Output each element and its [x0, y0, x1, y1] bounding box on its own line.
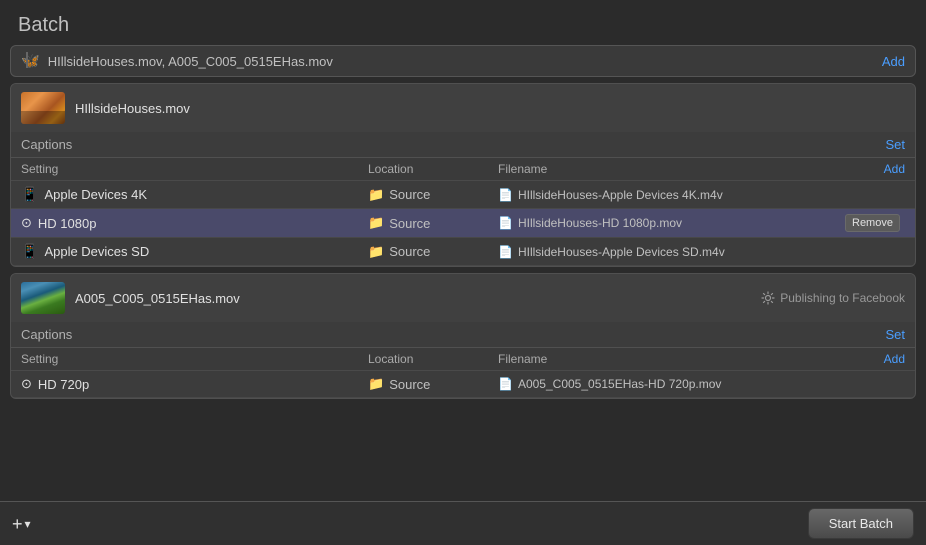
- table-row[interactable]: ⊙ HD 1080p 📁 Source 📄 HIllsideHouses-HD …: [11, 209, 915, 238]
- file-icon-720p: 📄: [498, 377, 513, 391]
- file-icon-1080p: 📄: [498, 216, 513, 230]
- batch-item-hillside: HIllsideHouses.mov Captions Set Setting …: [10, 83, 916, 267]
- file-icon-4k: 📄: [498, 188, 513, 202]
- page-title: Batch: [0, 0, 926, 45]
- set-button-hillside[interactable]: Set: [885, 137, 905, 152]
- item-header-hillside: HIllsideHouses.mov: [11, 84, 915, 132]
- combined-filenames: HIllsideHouses.mov, A005_C005_0515EHas.m…: [48, 54, 882, 69]
- device-icon-1080p: ⊙: [21, 215, 32, 231]
- location-text-sd: Source: [389, 244, 430, 259]
- table-row[interactable]: 📱 Apple Devices 4K 📁 Source 📄 HIllsideHo…: [11, 181, 915, 209]
- captions-row-coastal: Captions Set: [11, 322, 915, 348]
- col-filename-hillside: Filename: [498, 162, 845, 176]
- setting-name-sd: 📱 Apple Devices SD: [21, 243, 368, 260]
- settings-label-coastal: Publishing to Facebook: [780, 291, 905, 305]
- add-controls: + ▾: [12, 515, 31, 533]
- folder-icon-720p: 📁: [368, 376, 384, 392]
- col-setting-hillside: Setting: [21, 162, 368, 176]
- device-icon-4k: 📱: [21, 186, 38, 203]
- filename-coastal: A005_C005_0515EHas.mov: [75, 291, 751, 306]
- table-header-hillside: Setting Location Filename Add: [11, 158, 915, 181]
- setting-label-1080p: HD 1080p: [38, 216, 97, 231]
- setting-name-720p: ⊙ HD 720p: [21, 376, 368, 392]
- file-icon-sd: 📄: [498, 245, 513, 259]
- chevron-button[interactable]: ▾: [25, 517, 31, 531]
- table-row[interactable]: 📱 Apple Devices SD 📁 Source 📄 HIllsideHo…: [11, 238, 915, 266]
- setting-label-sd: Apple Devices SD: [44, 244, 149, 259]
- setting-name-1080p: ⊙ HD 1080p: [21, 215, 368, 231]
- location-4k: 📁 Source: [368, 187, 498, 203]
- folder-icon-4k: 📁: [368, 187, 384, 203]
- remove-button-1080p[interactable]: Remove: [845, 214, 900, 232]
- folder-icon-1080p: 📁: [368, 215, 384, 231]
- location-720p: 📁 Source: [368, 376, 498, 392]
- location-1080p: 📁 Source: [368, 215, 498, 231]
- filename-1080p: 📄 HIllsideHouses-HD 1080p.mov: [498, 216, 845, 230]
- set-button-coastal[interactable]: Set: [885, 327, 905, 342]
- folder-icon-sd: 📁: [368, 244, 384, 260]
- start-batch-button[interactable]: Start Batch: [808, 508, 914, 539]
- col-setting-coastal: Setting: [21, 352, 368, 366]
- col-add-coastal[interactable]: Add: [845, 352, 905, 366]
- divider-line: [26, 52, 28, 68]
- captions-label-hillside: Captions: [21, 137, 72, 152]
- col-location-hillside: Location: [368, 162, 498, 176]
- combined-add-button[interactable]: Add: [882, 54, 905, 69]
- table-row[interactable]: ⊙ HD 720p 📁 Source 📄 A005_C005_0515EHas-…: [11, 371, 915, 398]
- location-text-4k: Source: [389, 187, 430, 202]
- gear-icon: [761, 291, 775, 305]
- setting-label-720p: HD 720p: [38, 377, 89, 392]
- combined-input-icon: 🦋: [21, 52, 40, 70]
- output-filename-1080p: HIllsideHouses-HD 1080p.mov: [518, 216, 682, 230]
- captions-label-coastal: Captions: [21, 327, 72, 342]
- item-header-coastal: A005_C005_0515EHas.mov Publishing to Fac…: [11, 274, 915, 322]
- filename-4k: 📄 HIllsideHouses-Apple Devices 4K.m4v: [498, 188, 845, 202]
- thumbnail-hillside: [21, 92, 65, 124]
- item-settings-coastal: Publishing to Facebook: [761, 291, 905, 305]
- setting-name-4k: 📱 Apple Devices 4K: [21, 186, 368, 203]
- col-filename-coastal: Filename: [498, 352, 845, 366]
- action-1080p: Remove: [845, 214, 905, 232]
- filename-sd: 📄 HIllsideHouses-Apple Devices SD.m4v: [498, 245, 845, 259]
- filename-720p: 📄 A005_C005_0515EHas-HD 720p.mov: [498, 377, 845, 391]
- setting-label-4k: Apple Devices 4K: [44, 187, 147, 202]
- filename-hillside: HIllsideHouses.mov: [75, 101, 905, 116]
- location-sd: 📁 Source: [368, 244, 498, 260]
- table-header-coastal: Setting Location Filename Add: [11, 348, 915, 371]
- location-text-1080p: Source: [389, 216, 430, 231]
- col-add-hillside[interactable]: Add: [845, 162, 905, 176]
- captions-row-hillside: Captions Set: [11, 132, 915, 158]
- output-filename-4k: HIllsideHouses-Apple Devices 4K.m4v: [518, 188, 723, 202]
- thumbnail-coastal: [21, 282, 65, 314]
- plus-button[interactable]: +: [12, 515, 23, 533]
- bottom-bar: + ▾ Start Batch: [0, 501, 926, 545]
- main-content: 🦋 HIllsideHouses.mov, A005_C005_0515EHas…: [0, 45, 926, 494]
- device-icon-720p: ⊙: [21, 376, 32, 392]
- output-filename-sd: HIllsideHouses-Apple Devices SD.m4v: [518, 245, 725, 259]
- col-location-coastal: Location: [368, 352, 498, 366]
- location-text-720p: Source: [389, 377, 430, 392]
- batch-item-coastal: A005_C005_0515EHas.mov Publishing to Fac…: [10, 273, 916, 399]
- combined-input-bar: 🦋 HIllsideHouses.mov, A005_C005_0515EHas…: [10, 45, 916, 77]
- output-filename-720p: A005_C005_0515EHas-HD 720p.mov: [518, 377, 721, 391]
- device-icon-sd: 📱: [21, 243, 38, 260]
